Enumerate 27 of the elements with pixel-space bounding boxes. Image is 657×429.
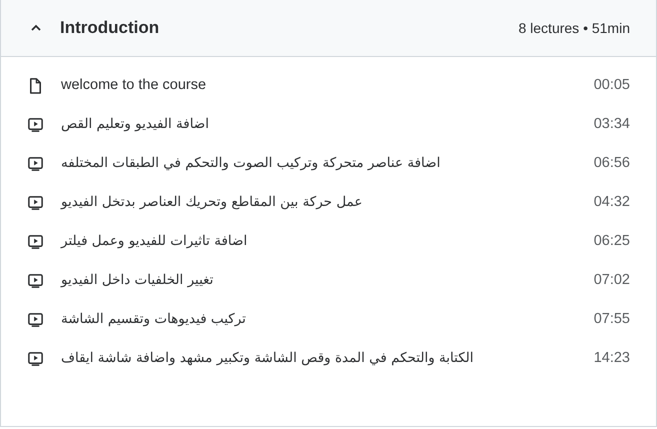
lecture-duration: 06:56	[594, 155, 630, 172]
section-header[interactable]: Introduction 8 lectures • 51min	[1, 0, 656, 57]
lecture-title[interactable]: اضافة تاثيرات للفيديو وعمل فيلتر	[61, 231, 501, 252]
section-summary: 8 lectures • 51min	[518, 20, 630, 36]
video-icon	[27, 194, 44, 211]
lecture-title[interactable]: الكتابة والتحكم في المدة وقص الشاشة وتكبير مشهد واضافة شاشة ايقاف	[61, 348, 501, 369]
lecture-title[interactable]: welcome to the course	[61, 75, 501, 96]
lecture-duration: 03:34	[594, 116, 630, 133]
lecture-duration: 07:55	[594, 311, 630, 328]
lecture-title[interactable]: تغيير الخلفيات داخل الفيديو	[61, 270, 501, 291]
lecture-title[interactable]: تركيب فيديوهات وتقسيم الشاشة	[61, 309, 501, 330]
lecture-duration: 07:02	[594, 272, 630, 289]
video-icon	[27, 116, 44, 133]
video-icon	[27, 272, 44, 289]
video-icon	[27, 350, 44, 367]
lecture-duration: 14:23	[594, 350, 630, 367]
video-icon	[27, 311, 44, 328]
lecture-duration: 06:25	[594, 233, 630, 250]
lecture-title[interactable]: عمل حركة بين المقاطع وتحريك العناصر بدتخل الفيديو	[61, 192, 501, 213]
lecture-title[interactable]: اضافة الفيديو وتعليم القص	[61, 114, 501, 135]
lecture-title[interactable]: اضافة عناصر متحركة وتركيب الصوت والتحكم في الطبقات المختلفه	[61, 153, 501, 174]
video-icon	[27, 155, 44, 172]
lecture-duration: 04:32	[594, 194, 630, 211]
lecture-duration: 00:05	[594, 77, 630, 94]
video-icon	[27, 233, 44, 250]
section-title: Introduction	[60, 18, 160, 38]
file-icon	[27, 77, 44, 94]
